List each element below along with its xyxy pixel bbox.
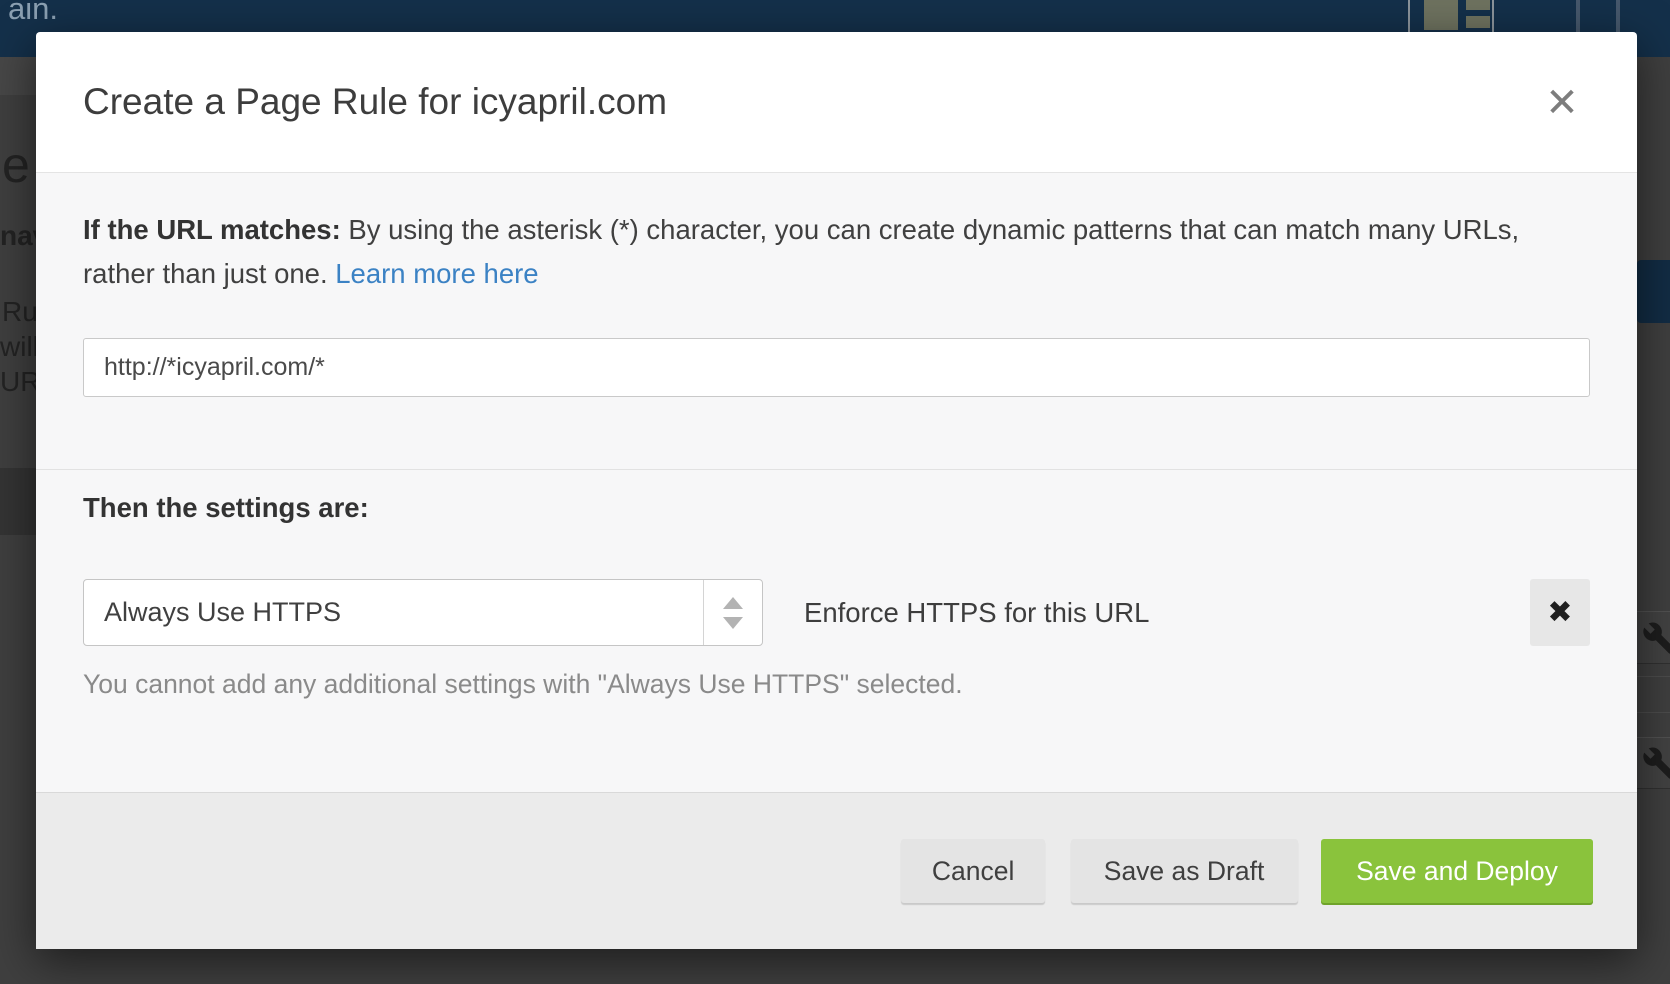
chevron-down-icon — [723, 617, 743, 629]
background-domain-text-fragment: ain. — [8, 0, 58, 27]
modal-body: If the URL matches: By using the asteris… — [36, 173, 1637, 792]
background-button-fragment — [1637, 260, 1670, 323]
background-text-fragment: Ru — [2, 296, 38, 328]
close-icon[interactable]: ✕ — [1539, 80, 1585, 126]
background-divider — [1637, 676, 1670, 677]
create-page-rule-modal: Create a Page Rule for icyapril.com ✕ If… — [36, 32, 1637, 949]
screen: ain. e nav Ru will UR Create a Page Rule… — [0, 0, 1670, 984]
modal-title: Create a Page Rule for icyapril.com — [83, 32, 667, 172]
chevron-up-icon — [723, 597, 743, 609]
background-edit-rule-button — [1637, 611, 1670, 664]
settings-heading: Then the settings are: — [36, 470, 1637, 524]
wrench-icon — [1642, 621, 1670, 655]
save-and-deploy-button[interactable]: Save and Deploy — [1321, 839, 1593, 903]
background-divider — [1637, 712, 1670, 713]
modal-footer: Cancel Save as Draft Save and Deploy — [36, 792, 1637, 949]
learn-more-link[interactable]: Learn more here — [335, 258, 538, 289]
url-match-label: If the URL matches: — [83, 214, 341, 245]
background-text-fragment: e — [2, 136, 30, 194]
remove-setting-icon[interactable]: ✖ — [1530, 579, 1590, 646]
select-spinner[interactable] — [703, 580, 762, 645]
modal-header: Create a Page Rule for icyapril.com ✕ — [36, 32, 1637, 172]
setting-row: Always Use HTTPS Enforce HTTPS for this … — [83, 579, 1590, 646]
setting-select-value: Always Use HTTPS — [84, 580, 703, 645]
url-match-description: If the URL matches: By using the asteris… — [36, 173, 1637, 296]
cancel-button[interactable]: Cancel — [901, 839, 1045, 903]
background-edit-rule-button — [1637, 737, 1670, 789]
wrench-icon — [1642, 746, 1670, 780]
background-text-fragment: UR — [0, 366, 40, 398]
settings-note: You cannot add any additional settings w… — [83, 669, 1590, 700]
setting-description: Enforce HTTPS for this URL — [804, 597, 1149, 629]
url-pattern-input[interactable] — [83, 338, 1590, 397]
layout-list-icon — [1408, 0, 1494, 32]
setting-select[interactable]: Always Use HTTPS — [83, 579, 763, 646]
background-table-header-fragment — [0, 468, 36, 535]
background-band — [0, 57, 36, 95]
save-as-draft-button[interactable]: Save as Draft — [1071, 839, 1298, 903]
background-text-fragment: will — [0, 331, 39, 363]
